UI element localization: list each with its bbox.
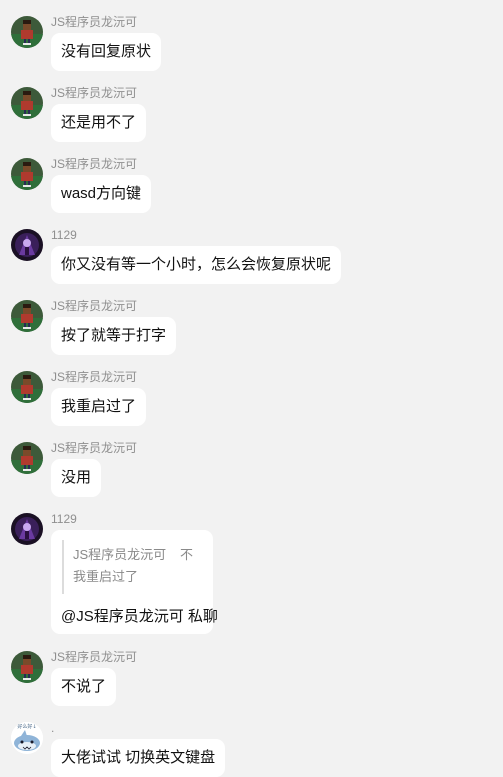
dark-character-avatar-icon	[11, 229, 43, 261]
quoted-text[interactable]: 我重启过了	[73, 566, 138, 585]
sender-name[interactable]: JS程序员龙沅可	[51, 370, 137, 384]
message-bubble[interactable]: 按了就等于打字	[51, 317, 177, 355]
pixel-character-avatar-icon	[11, 87, 43, 119]
sender-name[interactable]: JS程序员龙沅可	[51, 650, 137, 664]
sender-name[interactable]: JS程序员龙沅可	[51, 86, 137, 100]
message-bubble[interactable]: 还是用不了	[51, 104, 147, 142]
quote-bar	[62, 540, 64, 594]
avatar-caption: 好么好↓	[17, 723, 36, 730]
avatar-pixel-character[interactable]	[11, 442, 43, 474]
sender-name[interactable]: JS程序员龙沅可	[51, 441, 137, 455]
sender-name[interactable]: JS程序员龙沅可	[51, 157, 137, 171]
avatar-pixel-character[interactable]	[11, 300, 43, 332]
message-bubble[interactable]: 大佬试试 切换英文键盘	[51, 739, 226, 777]
message-bubble[interactable]: 没用	[51, 459, 102, 497]
quoted-author-suffix: 不	[180, 547, 194, 562]
message-bubble[interactable]: wasd方向键	[51, 175, 152, 213]
pixel-character-avatar-icon	[11, 442, 43, 474]
avatar-pixel-character[interactable]	[11, 371, 43, 403]
sender-name[interactable]: 1129	[51, 512, 77, 526]
message-bubble[interactable]: 不说了	[51, 668, 117, 706]
avatar-pixel-character[interactable]	[11, 651, 43, 683]
sender-name[interactable]: .	[51, 721, 54, 735]
message-bubble[interactable]: 我重启过了	[51, 388, 147, 426]
avatar-pixel-character[interactable]	[11, 87, 43, 119]
pixel-character-avatar-icon	[11, 651, 43, 683]
message-bubble[interactable]: 没有回复原状	[51, 33, 162, 71]
reply-text: @JS程序员龙沅可 私聊	[61, 608, 218, 625]
pixel-character-avatar-icon	[11, 300, 43, 332]
sender-name[interactable]: JS程序员龙沅可	[51, 15, 137, 29]
sender-name[interactable]: JS程序员龙沅可	[51, 299, 137, 313]
message-bubble[interactable]: 你又没有等一个小时，怎么会恢复原状呢	[51, 246, 342, 284]
avatar-pixel-character[interactable]	[11, 158, 43, 190]
avatar-dark-character[interactable]	[11, 513, 43, 545]
pixel-character-avatar-icon	[11, 16, 43, 48]
pixel-character-avatar-icon	[11, 158, 43, 190]
reply-bubble[interactable]: JS程序员龙沅可 不 我重启过了 @JS程序员龙沅可 私聊	[51, 530, 218, 634]
avatar-dark-character[interactable]	[11, 229, 43, 261]
quoted-author[interactable]: JS程序员龙沅可	[73, 544, 166, 563]
avatar-pixel-character[interactable]	[11, 16, 43, 48]
sender-name[interactable]: 1129	[51, 228, 77, 242]
pixel-character-avatar-icon	[11, 371, 43, 403]
shark-cartoon-avatar-icon: 好么好↓	[11, 722, 43, 754]
avatar-shark-cartoon[interactable]: 好么好↓	[11, 722, 43, 754]
dark-character-avatar-icon	[11, 513, 43, 545]
